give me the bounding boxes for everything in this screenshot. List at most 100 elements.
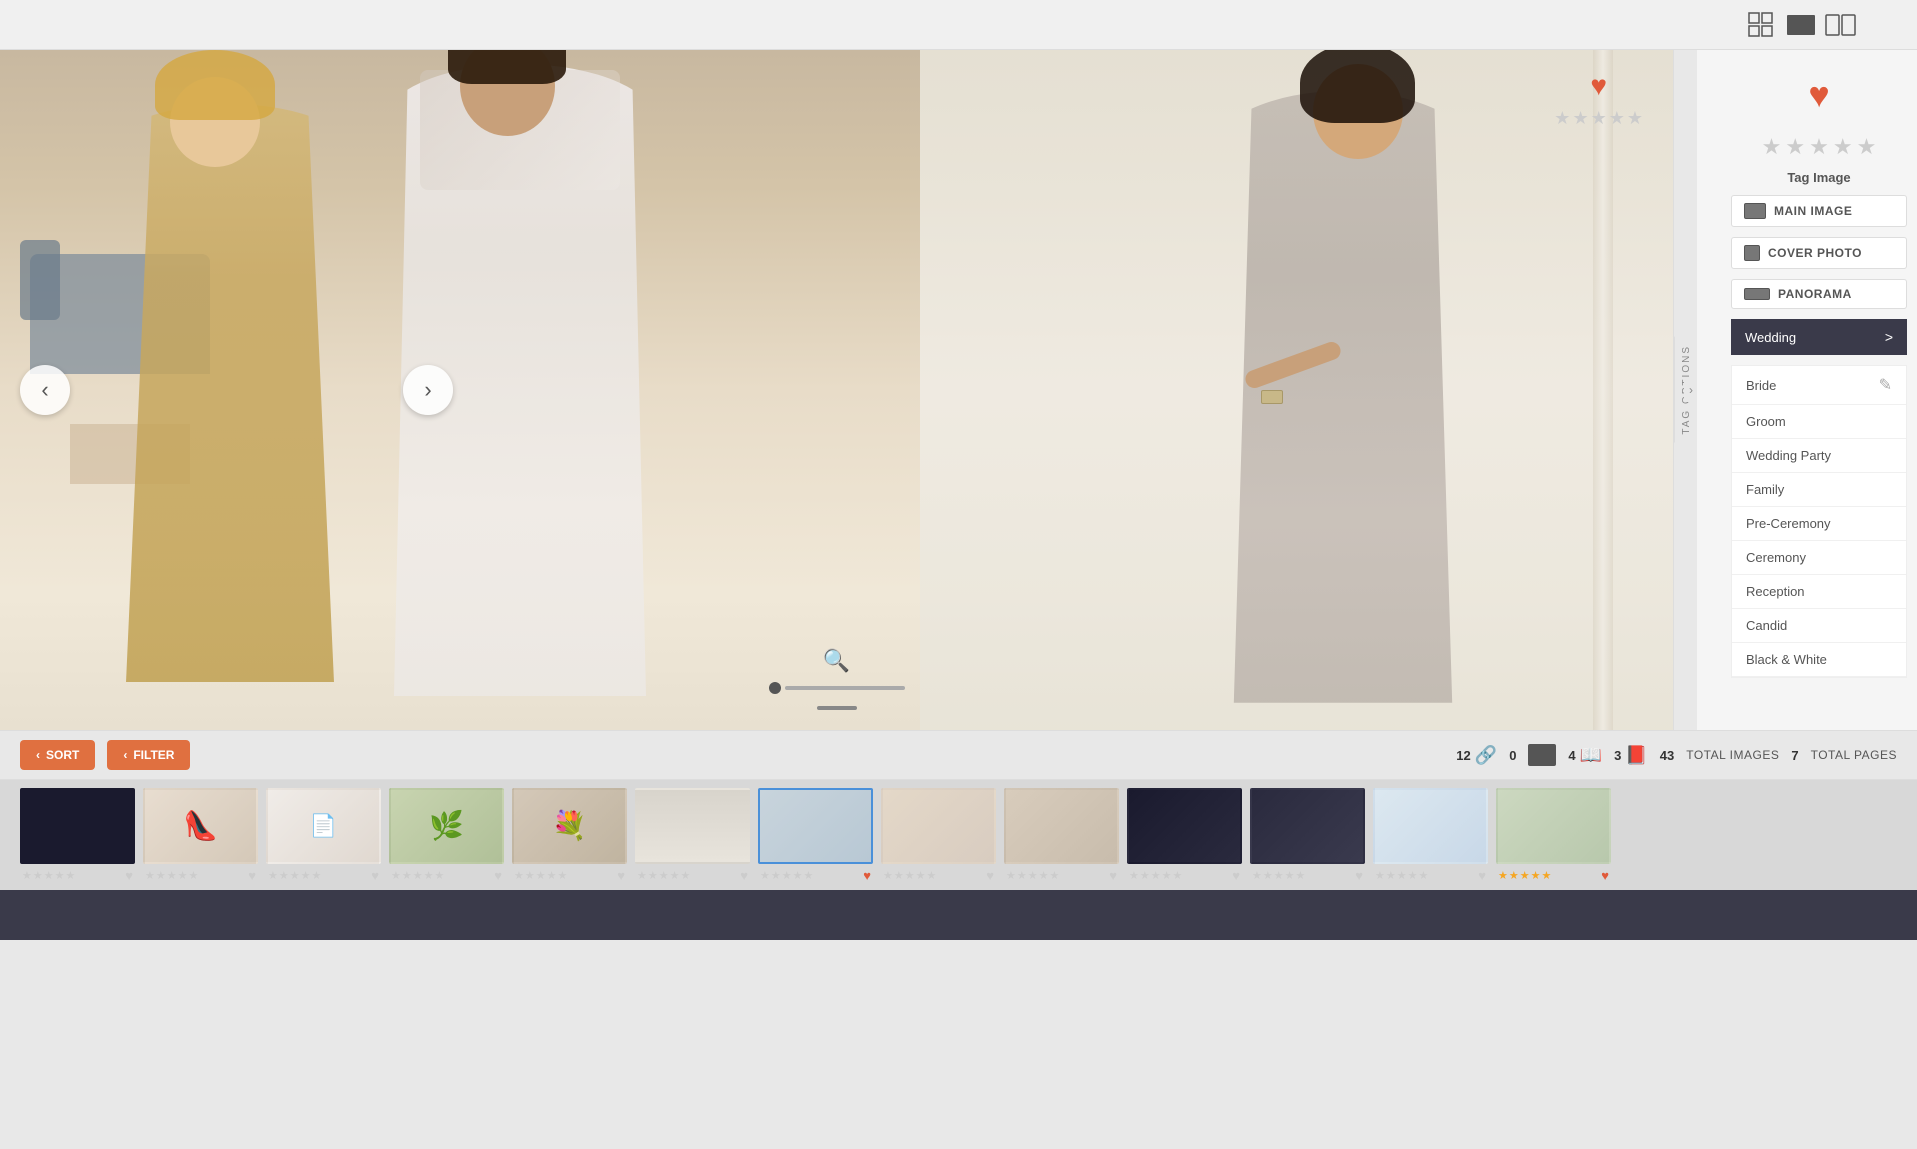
tag-panel-toggle[interactable]: › bbox=[1684, 378, 1698, 402]
thumb-heart-4[interactable]: ♥ bbox=[494, 868, 502, 883]
thumbnail-stars-6: ★★★★★ ♥ bbox=[635, 868, 750, 883]
thumb-heart-8[interactable]: ♥ bbox=[986, 868, 994, 883]
total-images-count: 43 bbox=[1660, 748, 1674, 763]
category-bride[interactable]: Bride ✎ bbox=[1732, 366, 1906, 405]
star-1[interactable]: ★ bbox=[1554, 108, 1570, 129]
split-view-icon[interactable] bbox=[1825, 9, 1857, 41]
thumb-heart-9[interactable]: ♥ bbox=[1109, 868, 1117, 883]
thumbnail-11[interactable]: ★★★★★ ♥ bbox=[1250, 788, 1365, 883]
thumbnail-img-2[interactable]: 👠 bbox=[143, 788, 258, 864]
tag-panel-content: ♥ ★ ★ ★ ★ ★ Tag Image MAIN IMAGE COVER P… bbox=[1721, 50, 1917, 730]
thumbnail-img-7[interactable] bbox=[758, 788, 873, 864]
thumbnail-13[interactable]: ★★★★★ ♥ bbox=[1496, 788, 1611, 883]
thumb-heart-6[interactable]: ♥ bbox=[740, 868, 748, 883]
main-image-button[interactable]: MAIN IMAGE bbox=[1731, 195, 1907, 227]
star-5[interactable]: ★ bbox=[1627, 108, 1643, 129]
thumbnail-img-1[interactable] bbox=[20, 788, 135, 864]
thumbnail-7[interactable]: ★★★★★ ♥ bbox=[758, 788, 873, 883]
thumb-heart-1[interactable]: ♥ bbox=[125, 868, 133, 883]
thumb-heart-3[interactable]: ♥ bbox=[371, 868, 379, 883]
sort-button[interactable]: ‹ SORT bbox=[20, 740, 95, 770]
grid-view-icon[interactable] bbox=[1745, 9, 1777, 41]
category-family[interactable]: Family bbox=[1732, 473, 1906, 507]
thumbnail-6[interactable]: ★★★★★ ♥ bbox=[635, 788, 750, 883]
image-heart-icon[interactable]: ♥ bbox=[1590, 70, 1607, 102]
bottom-toolbar: ‹ SORT ‹ FILTER 12 🔗 0 4 📖 3 📕 43 TOTAL … bbox=[0, 730, 1917, 780]
tag-star-3[interactable]: ★ bbox=[1809, 134, 1829, 160]
thumbnail-img-9[interactable] bbox=[1004, 788, 1119, 864]
thumb-heart-2[interactable]: ♥ bbox=[248, 868, 256, 883]
image-star-rating[interactable]: ★ ★ ★ ★ ★ bbox=[1554, 108, 1643, 129]
thumbnail-strip: ★★★★★ ♥ 👠 ★★★★★ ♥ 📄 ★★★★★ ♥ 🌿 ★★★★★ bbox=[0, 780, 1917, 890]
thumbnail-5[interactable]: 💐 ★★★★★ ♥ bbox=[512, 788, 627, 883]
thumbnail-img-3[interactable]: 📄 bbox=[266, 788, 381, 864]
thumbnail-10[interactable]: ★★★★★ ♥ bbox=[1127, 788, 1242, 883]
thumbnail-stars-13: ★★★★★ ♥ bbox=[1496, 868, 1611, 883]
thumbnail-1[interactable]: ★★★★★ ♥ bbox=[20, 788, 135, 883]
image-slider[interactable] bbox=[769, 682, 905, 694]
thumbnail-8[interactable]: ★★★★★ ♥ bbox=[881, 788, 996, 883]
category-ceremony[interactable]: Ceremony bbox=[1732, 541, 1906, 575]
thumbnail-img-4[interactable]: 🌿 bbox=[389, 788, 504, 864]
thumbnail-stars-4: ★★★★★ ♥ bbox=[389, 868, 504, 883]
books-count: 3 bbox=[1614, 748, 1621, 763]
tag-star-5[interactable]: ★ bbox=[1857, 134, 1877, 160]
category-bw[interactable]: Black & White bbox=[1732, 643, 1906, 677]
star-3[interactable]: ★ bbox=[1591, 108, 1607, 129]
filter-button[interactable]: ‹ FILTER bbox=[107, 740, 190, 770]
drag-handle[interactable] bbox=[817, 706, 857, 710]
thumbnail-img-12[interactable] bbox=[1373, 788, 1488, 864]
thumb-heart-7[interactable]: ♥ bbox=[863, 868, 871, 883]
tag-star-1[interactable]: ★ bbox=[1762, 134, 1782, 160]
single-view-icon[interactable] bbox=[1785, 9, 1817, 41]
panorama-label: PANORAMA bbox=[1778, 287, 1852, 301]
thumbnail-img-11[interactable] bbox=[1250, 788, 1365, 864]
thumbnail-img-6[interactable] bbox=[635, 788, 750, 864]
thumb-heart-10[interactable]: ♥ bbox=[1232, 868, 1240, 883]
tag-star-2[interactable]: ★ bbox=[1785, 134, 1805, 160]
tag-options-sidebar: TAG OPTIONS › bbox=[1673, 50, 1697, 730]
thumbnail-2[interactable]: 👠 ★★★★★ ♥ bbox=[143, 788, 258, 883]
thumb-heart-12[interactable]: ♥ bbox=[1478, 868, 1486, 883]
cover-photo-icon bbox=[1744, 245, 1760, 261]
thumb-heart-13[interactable]: ♥ bbox=[1601, 868, 1609, 883]
category-candid[interactable]: Candid bbox=[1732, 609, 1906, 643]
wedding-category-header[interactable]: Wedding > bbox=[1731, 319, 1907, 355]
category-wedding-party[interactable]: Wedding Party bbox=[1732, 439, 1906, 473]
pages-count: 4 bbox=[1568, 748, 1575, 763]
zoom-icon[interactable]: 🔍 bbox=[823, 648, 850, 674]
thumbnail-img-13[interactable] bbox=[1496, 788, 1611, 864]
cover-photo-button[interactable]: COVER PHOTO bbox=[1731, 237, 1907, 269]
thumbnail-img-10[interactable] bbox=[1127, 788, 1242, 864]
panorama-button[interactable]: PANORAMA bbox=[1731, 279, 1907, 309]
category-groom[interactable]: Groom bbox=[1732, 405, 1906, 439]
tag-star-4[interactable]: ★ bbox=[1833, 134, 1853, 160]
thumb-heart-5[interactable]: ♥ bbox=[617, 868, 625, 883]
prev-image-button[interactable]: ‹ bbox=[20, 365, 70, 415]
star-2[interactable]: ★ bbox=[1572, 108, 1588, 129]
wedding-category-label: Wedding bbox=[1745, 330, 1796, 345]
category-bride-edit-icon[interactable]: ✎ bbox=[1879, 375, 1892, 395]
category-family-label: Family bbox=[1746, 482, 1784, 497]
thumb-heart-11[interactable]: ♥ bbox=[1355, 868, 1363, 883]
thumbnail-12[interactable]: ★★★★★ ♥ bbox=[1373, 788, 1488, 883]
panorama-icon bbox=[1744, 288, 1770, 300]
category-reception[interactable]: Reception bbox=[1732, 575, 1906, 609]
next-image-button[interactable]: › bbox=[403, 365, 453, 415]
thumbnail-stars-7: ★★★★★ ♥ bbox=[758, 868, 873, 883]
category-pre-ceremony[interactable]: Pre-Ceremony bbox=[1732, 507, 1906, 541]
thumbnail-img-5[interactable]: 💐 bbox=[512, 788, 627, 864]
thumbnail-4[interactable]: 🌿 ★★★★★ ♥ bbox=[389, 788, 504, 883]
star-4[interactable]: ★ bbox=[1609, 108, 1625, 129]
tag-star-rating[interactable]: ★ ★ ★ ★ ★ bbox=[1731, 134, 1907, 160]
pages-count-badge: 4 📖 bbox=[1568, 745, 1602, 766]
slider-bar[interactable] bbox=[785, 686, 905, 690]
wedding-expand-icon: > bbox=[1885, 329, 1893, 345]
thumbnail-3[interactable]: 📄 ★★★★★ ♥ bbox=[266, 788, 381, 883]
category-reception-label: Reception bbox=[1746, 584, 1805, 599]
tag-heart-icon[interactable]: ♥ bbox=[1808, 74, 1829, 116]
thumbnail-img-8[interactable] bbox=[881, 788, 996, 864]
slider-dot bbox=[769, 682, 781, 694]
thumbnail-9[interactable]: ★★★★★ ♥ bbox=[1004, 788, 1119, 883]
dark-bottom-bar bbox=[0, 890, 1917, 940]
